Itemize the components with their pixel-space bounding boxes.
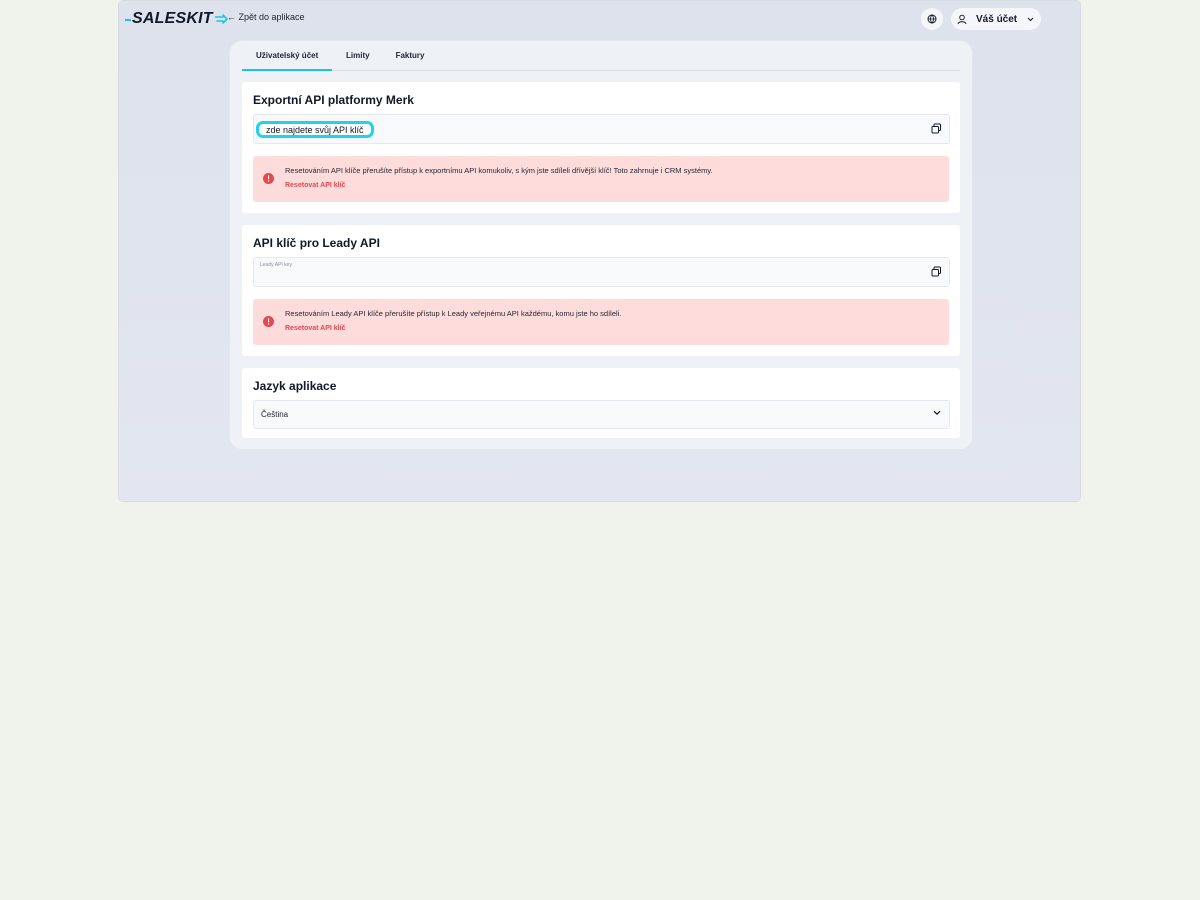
- leady-api-title: API klíč pro Leady API: [253, 236, 380, 250]
- api-key-hint-highlight: zde najdete svůj API klíč: [256, 121, 374, 138]
- language-title: Jazyk aplikace: [253, 379, 337, 393]
- merk-api-reset-alert: Resetováním API klíče přerušíte přístup …: [253, 156, 949, 202]
- leady-api-alert-text: Resetováním Leady API klíče přerušíte př…: [285, 309, 622, 318]
- api-key-hint-text: zde najdete svůj API klíč: [266, 124, 364, 135]
- merk-api-alert-text: Resetováním API klíče přerušíte přístup …: [285, 166, 713, 175]
- copy-icon[interactable]: [931, 266, 942, 277]
- leady-api-reset-button[interactable]: Resetovat API klíč: [285, 325, 345, 332]
- app-window: SALESKIT ← Zpět do aplikace Váš účet Uži…: [119, 1, 1080, 501]
- merk-api-title: Exportní API platformy Merk: [253, 93, 414, 107]
- tab-limits[interactable]: Limity: [332, 41, 383, 70]
- logo-text: SALESKIT: [132, 10, 213, 27]
- language-select[interactable]: Čeština: [253, 400, 950, 429]
- merk-api-key-field[interactable]: zde najdete svůj API klíč: [253, 114, 950, 144]
- settings-tabs: Uživatelský účet Limity Faktury: [242, 41, 960, 71]
- language-card: Jazyk aplikace Čeština: [242, 368, 960, 438]
- leady-api-reset-alert: Resetováním Leady API klíče přerušíte př…: [253, 299, 949, 345]
- language-globe-button[interactable]: [921, 8, 943, 30]
- top-bar: SALESKIT ← Zpět do aplikace Váš účet: [119, 1, 1080, 37]
- tab-user-account[interactable]: Uživatelský účet: [242, 41, 332, 71]
- chevron-down-icon: [1027, 17, 1034, 22]
- language-selected-value: Čeština: [261, 410, 289, 419]
- tab-invoices[interactable]: Faktury: [383, 41, 438, 70]
- alert-circle-icon: [263, 173, 274, 184]
- back-to-app-label: ← Zpět do aplikace: [227, 12, 305, 22]
- user-icon: [957, 14, 967, 25]
- merk-api-card: Exportní API platformy Merk zde najdete …: [242, 82, 960, 213]
- leady-api-key-field[interactable]: Leady API key: [253, 257, 950, 287]
- saleskit-logo[interactable]: SALESKIT: [125, 9, 229, 29]
- account-menu-button[interactable]: Váš účet: [951, 8, 1041, 30]
- leady-api-key-label: Leady API key: [260, 262, 292, 268]
- back-to-app-link[interactable]: ← Zpět do aplikace: [227, 12, 305, 22]
- chevron-down-icon: [933, 410, 941, 416]
- globe-icon: [927, 14, 937, 24]
- alert-circle-icon: [263, 316, 274, 327]
- settings-panel: Uživatelský účet Limity Faktury Exportní…: [230, 41, 972, 449]
- leady-api-card: API klíč pro Leady API Leady API key Res…: [242, 225, 960, 356]
- merk-api-reset-button[interactable]: Resetovat API klíč: [285, 182, 345, 189]
- logo-dash: [125, 18, 131, 21]
- account-label: Váš účet: [976, 13, 1018, 25]
- copy-icon[interactable]: [931, 123, 942, 134]
